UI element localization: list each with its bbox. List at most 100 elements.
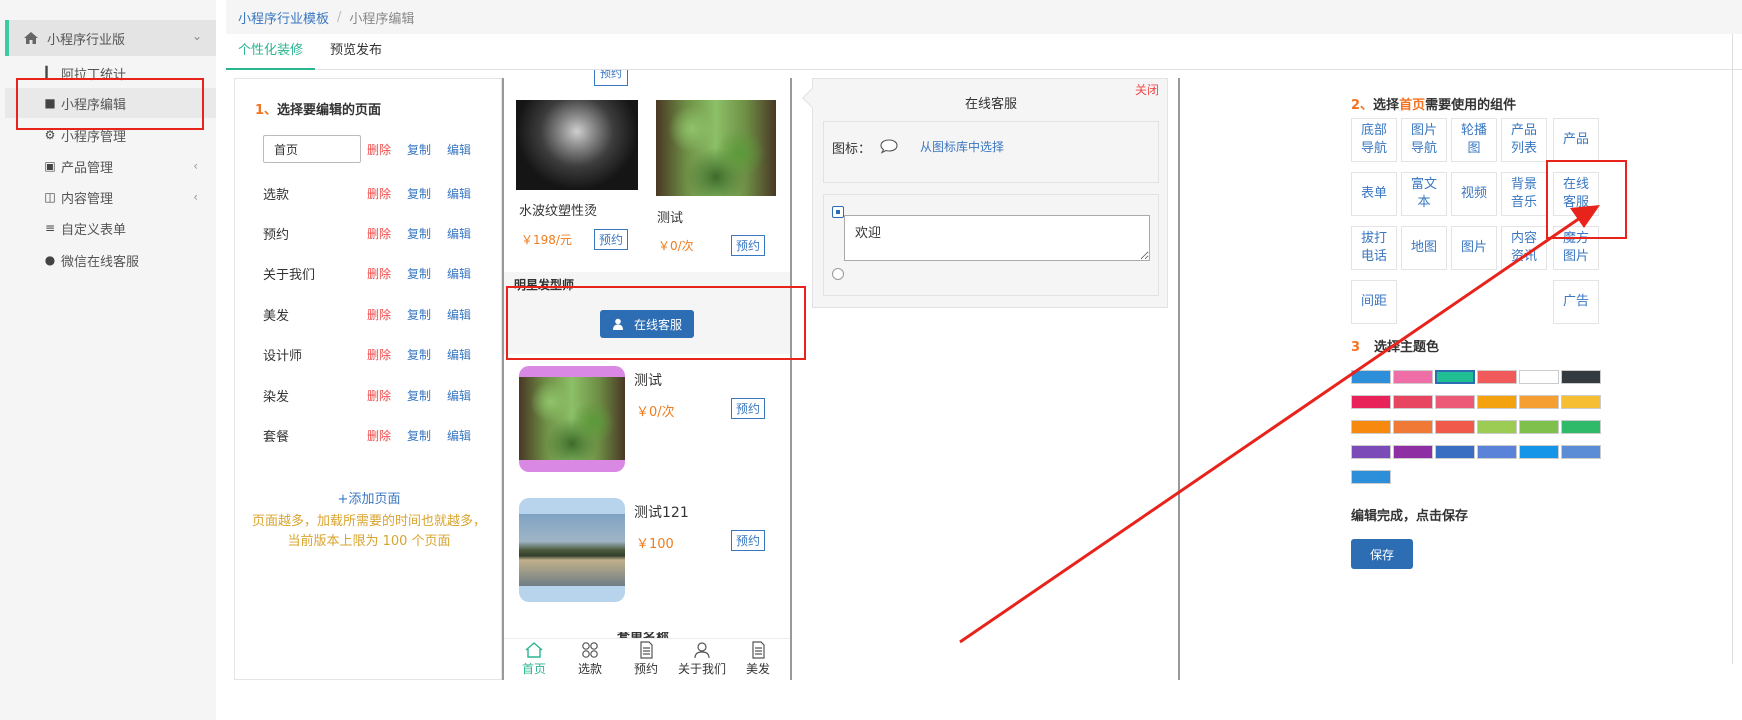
theme-color-swatch[interactable] (1561, 395, 1601, 409)
theme-color-swatch[interactable] (1393, 445, 1433, 459)
copy-link[interactable]: 复制 (407, 387, 431, 404)
component-button[interactable]: 图片 (1451, 226, 1497, 270)
theme-color-swatch[interactable] (1435, 395, 1475, 409)
list-image-lake[interactable] (519, 514, 625, 586)
theme-color-swatch[interactable] (1561, 445, 1601, 459)
product-image-portrait[interactable] (516, 100, 638, 190)
sidebar-item-products[interactable]: ▣ 产品管理 ‹ (5, 151, 216, 181)
copy-link[interactable]: 复制 (407, 141, 431, 158)
sidebar-header[interactable]: 小程序行业版 ⌄ (5, 20, 216, 56)
save-button[interactable]: 保存 (1351, 539, 1413, 569)
edit-link[interactable]: 编辑 (447, 427, 471, 444)
theme-color-swatch[interactable] (1393, 395, 1433, 409)
add-page-link[interactable]: +添加页面 (235, 488, 503, 507)
component-button[interactable]: 内容 资讯 (1501, 226, 1547, 270)
choose-from-icon-library-link[interactable]: 从图标库中选择 (920, 138, 1004, 155)
welcome-message-textarea[interactable]: 欢迎 (844, 215, 1150, 261)
theme-color-swatch[interactable] (1393, 420, 1433, 434)
sidebar-item-content[interactable]: ◫ 内容管理 ‹ (5, 182, 216, 212)
component-button[interactable]: 间距 (1351, 280, 1397, 324)
booking-button-cut[interactable]: 预约 (594, 70, 628, 86)
delete-link[interactable]: 删除 (367, 427, 391, 444)
edit-link[interactable]: 编辑 (447, 387, 471, 404)
breadcrumb-root-link[interactable]: 小程序行业模板 (238, 8, 329, 27)
copy-link[interactable]: 复制 (407, 346, 431, 363)
delete-link[interactable]: 删除 (367, 225, 391, 242)
speech-bubble-icon[interactable] (880, 138, 898, 154)
component-button[interactable]: 产品 (1553, 118, 1599, 162)
component-button[interactable]: 背景 音乐 (1501, 172, 1547, 216)
list-image-trees[interactable] (519, 377, 625, 460)
theme-color-swatch[interactable] (1393, 370, 1433, 384)
nav-hair[interactable]: 美发 (730, 641, 786, 677)
page-name-input[interactable] (263, 135, 361, 163)
copy-link[interactable]: 复制 (407, 185, 431, 202)
component-button[interactable]: 图片 导航 (1401, 118, 1447, 162)
theme-color-swatch[interactable] (1477, 370, 1517, 384)
theme-color-swatch[interactable] (1435, 370, 1475, 384)
theme-color-swatch[interactable] (1351, 370, 1391, 384)
theme-color-swatch[interactable] (1519, 370, 1559, 384)
theme-color-swatch[interactable] (1519, 420, 1559, 434)
sidebar-item-mp-manage[interactable]: ⚙ 小程序管理 (5, 120, 216, 150)
theme-color-swatch[interactable] (1519, 445, 1559, 459)
theme-color-swatch[interactable] (1477, 445, 1517, 459)
theme-color-swatch[interactable] (1435, 420, 1475, 434)
delete-link[interactable]: 删除 (367, 387, 391, 404)
theme-color-swatch[interactable] (1351, 395, 1391, 409)
product-image-trees[interactable] (656, 100, 776, 196)
theme-color-swatch[interactable] (1477, 395, 1517, 409)
sidebar-item-forms[interactable]: ≡ 自定义表单 (5, 213, 216, 243)
component-button[interactable]: 轮播图 (1451, 118, 1497, 162)
component-button[interactable]: 底部 导航 (1351, 118, 1397, 162)
component-button[interactable]: 表单 (1351, 172, 1397, 216)
theme-color-swatch[interactable] (1351, 445, 1391, 459)
nav-about[interactable]: 关于我们 (674, 641, 730, 677)
nav-booking[interactable]: 预约 (618, 641, 674, 677)
copy-link[interactable]: 复制 (407, 225, 431, 242)
booking-button[interactable]: 预约 (731, 235, 765, 256)
theme-color-swatch[interactable] (1519, 395, 1559, 409)
edit-link[interactable]: 编辑 (447, 185, 471, 202)
delete-link[interactable]: 删除 (367, 185, 391, 202)
online-service-button[interactable]: 在线客服 (600, 310, 694, 338)
nav-styles[interactable]: 选款 (562, 641, 618, 677)
component-button[interactable]: 拔打 电话 (1351, 226, 1397, 270)
theme-color-swatch[interactable] (1351, 420, 1391, 434)
edit-link[interactable]: 编辑 (447, 265, 471, 282)
option-selected-radio[interactable] (832, 206, 844, 218)
tab-preview-publish[interactable]: 预览发布 (318, 34, 394, 70)
edit-link[interactable]: 编辑 (447, 141, 471, 158)
component-button[interactable]: 富文本 (1401, 172, 1447, 216)
copy-link[interactable]: 复制 (407, 265, 431, 282)
component-button[interactable]: 产品 列表 (1501, 118, 1547, 162)
copy-link[interactable]: 复制 (407, 427, 431, 444)
nav-home[interactable]: 首页 (506, 641, 562, 677)
online-service-block[interactable]: 明星发型师 在线客服 (504, 272, 790, 354)
component-button[interactable]: 魔方 图片 (1553, 226, 1599, 270)
copy-link[interactable]: 复制 (407, 306, 431, 323)
delete-link[interactable]: 删除 (367, 265, 391, 282)
booking-button[interactable]: 预约 (731, 398, 765, 419)
delete-link[interactable]: 删除 (367, 141, 391, 158)
theme-color-swatch[interactable] (1561, 370, 1601, 384)
component-button[interactable]: 视频 (1451, 172, 1497, 216)
theme-color-swatch[interactable] (1561, 420, 1601, 434)
component-button[interactable]: 广告 (1553, 280, 1599, 324)
component-button[interactable]: 地图 (1401, 226, 1447, 270)
theme-color-swatch[interactable] (1477, 420, 1517, 434)
edit-link[interactable]: 编辑 (447, 306, 471, 323)
sidebar-item-mp-edit[interactable]: ■ 小程序编辑 (5, 88, 216, 118)
edit-link[interactable]: 编辑 (447, 225, 471, 242)
delete-link[interactable]: 删除 (367, 306, 391, 323)
theme-color-swatch[interactable] (1435, 445, 1475, 459)
booking-button[interactable]: 预约 (731, 530, 765, 551)
sidebar-item-wechat-cs[interactable]: ● 微信在线客服 (5, 245, 216, 275)
component-button[interactable]: 在线 客服 (1553, 172, 1599, 216)
booking-button[interactable]: 预约 (594, 229, 628, 250)
edit-link[interactable]: 编辑 (447, 346, 471, 363)
sidebar-item-stats[interactable]: ▎ 阿拉丁统计 (5, 58, 216, 88)
delete-link[interactable]: 删除 (367, 346, 391, 363)
tab-customize[interactable]: 个性化装修 (226, 34, 316, 70)
option-radio[interactable] (832, 268, 844, 280)
